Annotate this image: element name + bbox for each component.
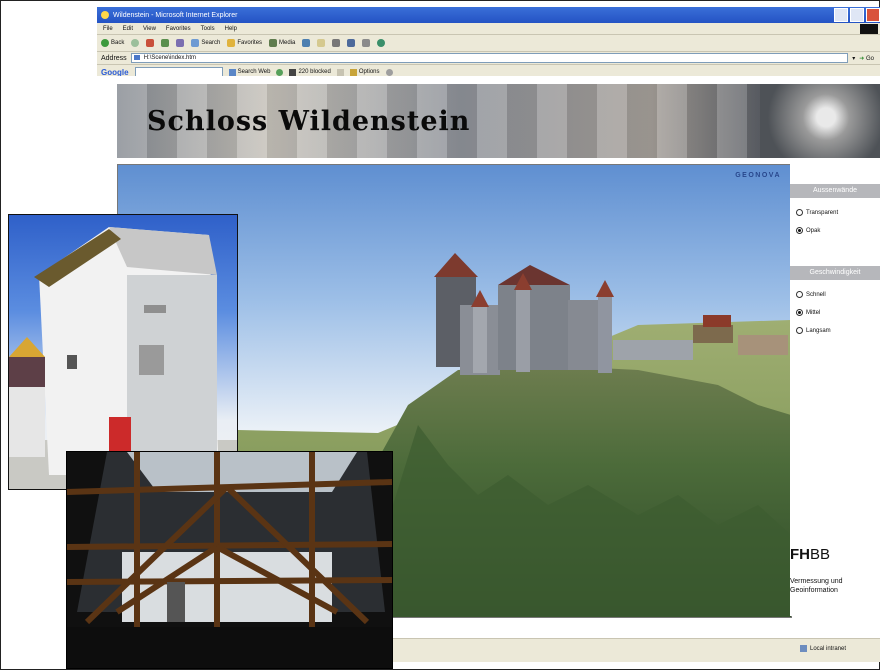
section-geschwindigkeit: Geschwindigkeit: [790, 266, 880, 280]
options-icon: [349, 68, 357, 76]
option-mittel[interactable]: Mittel: [796, 309, 880, 316]
stop-icon: [146, 39, 155, 47]
castle-model: [434, 253, 693, 375]
title-bar: Wildenstein - Microsoft Internet Explore…: [97, 7, 880, 23]
tower-render-screenshot: [8, 214, 238, 490]
zone-label: Local intranet: [810, 645, 847, 652]
radio-schnell[interactable]: [796, 291, 803, 298]
stop-button[interactable]: [146, 39, 155, 47]
window-title: Wildenstein - Microsoft Internet Explore…: [113, 11, 238, 19]
search-web-icon: [228, 68, 236, 76]
go-button[interactable]: ➜ Go: [859, 55, 880, 62]
bb-text: BB: [810, 546, 831, 563]
address-bar: Address H:\Scene\index.htm ▾ ➜ Go: [97, 52, 880, 65]
security-zone: Local intranet: [800, 645, 846, 652]
ie-icon: [101, 11, 109, 19]
forward-arrow-icon: [131, 39, 140, 47]
popup-blocked-button[interactable]: 220 blocked: [289, 68, 331, 76]
intranet-icon: [800, 645, 807, 652]
google-options-button[interactable]: Options: [349, 68, 380, 76]
section-aussenwaende: Aussenwände: [790, 184, 880, 198]
menu-edit[interactable]: Edit: [123, 26, 133, 32]
search-button[interactable]: Search: [191, 39, 220, 47]
address-value: H:\Scene\index.htm: [143, 55, 197, 61]
mail-button[interactable]: [317, 39, 326, 47]
media-icon: [269, 39, 278, 47]
fhbb-logo: FHBB: [790, 546, 830, 563]
control-panel: Aussenwände Transparent Opak Geschwindig…: [790, 164, 880, 616]
forward-button[interactable]: [131, 39, 140, 47]
search-icon: [191, 39, 200, 47]
geonova-logo: GEONOVA: [735, 172, 781, 179]
address-input[interactable]: H:\Scene\index.htm: [130, 53, 849, 63]
radio-transparent[interactable]: [796, 209, 803, 216]
pagerank-icon: [276, 68, 284, 76]
tower-render: [9, 227, 237, 489]
attic-render: [67, 452, 392, 668]
attic-render-screenshot: [66, 451, 393, 669]
back-button[interactable]: Back: [101, 39, 124, 47]
page-icon: [133, 55, 140, 60]
banner: Schloss Wildenstein: [117, 84, 880, 158]
address-dropdown-icon[interactable]: ▾: [852, 55, 855, 62]
refresh-icon: [161, 39, 170, 47]
mail-icon: [317, 39, 326, 47]
home-button[interactable]: [176, 39, 185, 47]
fh-text: FH: [790, 546, 810, 563]
discuss-icon: [362, 39, 371, 47]
refresh-button[interactable]: [161, 39, 170, 47]
print-icon: [332, 39, 341, 47]
castle-aerial-thumbnail: [760, 84, 880, 158]
institution-text: Vermessung und Geoinformation: [790, 577, 880, 595]
discuss-button[interactable]: [362, 39, 371, 47]
close-icon[interactable]: [866, 8, 880, 22]
menu-file[interactable]: File: [103, 26, 113, 32]
menu-view[interactable]: View: [143, 26, 156, 32]
option-schnell[interactable]: Schnell: [796, 291, 880, 298]
institution-line-2: Geoinformation: [790, 587, 838, 594]
history-icon: [302, 39, 311, 47]
go-arrow-icon: ➜: [859, 55, 865, 62]
google-pagerank-button[interactable]: [276, 68, 284, 76]
option-transparent[interactable]: Transparent: [796, 209, 880, 216]
maximize-icon[interactable]: [850, 8, 864, 22]
popup-blocker-icon: [289, 68, 297, 76]
radio-opak[interactable]: [796, 227, 803, 234]
print-button[interactable]: [332, 39, 341, 47]
edit-icon: [347, 39, 356, 47]
standard-toolbar: Back Search Favorites Media: [97, 35, 880, 52]
highlight-button[interactable]: [385, 68, 393, 76]
window-controls: [834, 8, 880, 22]
favorites-button[interactable]: Favorites: [227, 39, 262, 47]
media-button[interactable]: Media: [269, 39, 295, 47]
google-search-web-button[interactable]: Search Web: [228, 68, 270, 76]
autofill-button[interactable]: [336, 68, 344, 76]
address-label: Address: [101, 54, 127, 62]
history-button[interactable]: [302, 39, 311, 47]
home-icon: [176, 39, 185, 47]
favorites-star-icon: [227, 39, 236, 47]
radio-langsam[interactable]: [796, 327, 803, 334]
menu-bar: File Edit View Favorites Tools Help: [97, 23, 880, 35]
messenger-button[interactable]: [377, 39, 386, 47]
option-opak[interactable]: Opak: [796, 227, 880, 234]
windows-logo-icon: [860, 24, 878, 34]
institution-line-1: Vermessung und: [790, 578, 843, 585]
option-langsam[interactable]: Langsam: [796, 327, 880, 334]
banner-title: Schloss Wildenstein: [147, 106, 471, 137]
menu-tools[interactable]: Tools: [201, 26, 215, 32]
messenger-icon: [377, 39, 386, 47]
edit-button[interactable]: [347, 39, 356, 47]
menu-help[interactable]: Help: [225, 26, 237, 32]
highlight-icon: [385, 68, 393, 76]
menu-favorites[interactable]: Favorites: [166, 26, 191, 32]
autofill-icon: [336, 68, 344, 76]
minimize-icon[interactable]: [834, 8, 848, 22]
radio-mittel[interactable]: [796, 309, 803, 316]
back-arrow-icon: [101, 39, 109, 47]
